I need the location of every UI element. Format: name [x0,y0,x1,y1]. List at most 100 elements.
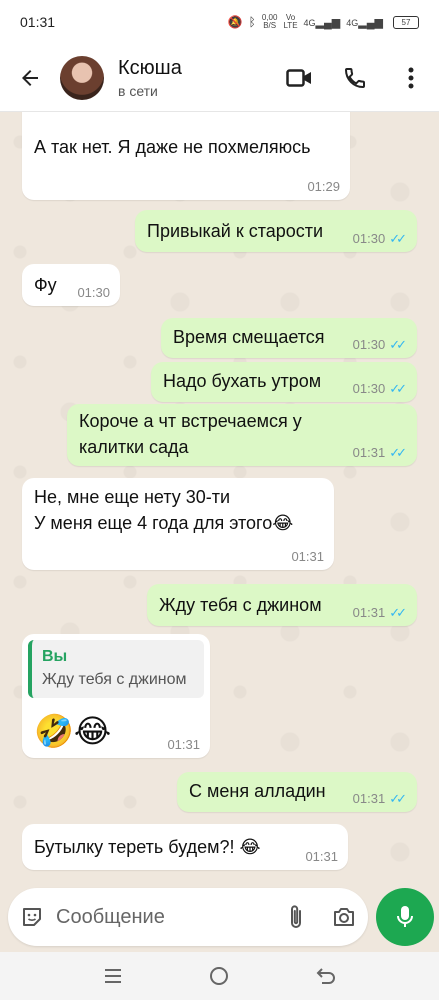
read-ticks-icon: ✓✓ [389,605,407,620]
battery-icon: 57 [393,15,419,29]
message-incoming-reply[interactable]: Вы Жду тебя с джином 🤣😂 01:31 [22,634,210,758]
message-text: Надо бухать утром [163,371,322,391]
microphone-icon [397,906,413,927]
camera-icon [334,908,354,926]
message-incoming[interactable]: Не, мне еще нету 30-ти У меня еще 4 года… [22,478,334,570]
header-actions [271,44,439,112]
recent-apps-button[interactable] [93,956,133,996]
volte-bottom: LTE [283,21,298,30]
quoted-author: Вы [42,648,68,665]
chat-header: Ксюша в сети [0,44,439,112]
sticker-icon [23,908,41,926]
contact-info[interactable]: Ксюша в сети [118,57,182,99]
voice-call-button[interactable] [327,44,383,112]
read-ticks-icon: ✓✓ [389,381,407,396]
circle-home-icon [210,967,229,985]
battery-level: 57 [401,17,411,27]
message-time: 01:29 [307,179,340,194]
message-text: А так нет. Я даже не похмеляюсь [34,137,311,157]
message-text: С меня алладин [189,781,326,801]
message-text: Бутылку тереть будем?! 😂 [34,837,261,857]
read-ticks-icon: ✓✓ [389,337,407,352]
arrow-left-icon [22,69,38,86]
message-time: 01:30 [352,381,386,396]
net-speed-unit: B/S [263,21,277,30]
message-text-line-1: Короче а чт встречаемся у [79,411,302,431]
signal-bars-icon: ▂▄▆ [358,16,383,29]
message-incoming[interactable]: Бутылку тереть будем?! 😂 01:31 [22,824,348,870]
voice-message-button[interactable] [376,888,434,946]
back-return-icon [316,968,335,984]
message-outgoing[interactable]: Время смещается 01:30 ✓✓ [161,318,417,358]
message-outgoing[interactable]: Привыкай к старости 01:30 ✓✓ [135,210,417,252]
read-ticks-icon: ✓✓ [389,231,407,246]
message-text: Привыкай к старости [147,221,324,241]
message-outgoing[interactable]: Жду тебя с джином 01:31 ✓✓ [147,584,417,626]
message-time: 01:30 [77,285,110,300]
menu-lines-icon [105,969,122,983]
attach-button[interactable] [272,904,320,930]
sticker-button[interactable] [8,905,56,929]
message-placeholder: Сообщение [56,905,165,928]
message-time: 01:30 [352,231,386,246]
message-incoming[interactable]: Фу 01:30 [22,264,120,306]
phone-icon [344,67,365,88]
message-outgoing[interactable]: Надо бухать утром 01:30 ✓✓ [151,362,417,402]
message-text: Фу [34,275,57,295]
signal-2: 4G▂▄▆ [346,16,383,29]
message-outgoing[interactable]: С меня алладин 01:31 ✓✓ [177,772,417,812]
signal-1-label: 4G [303,17,316,28]
message-meta: 01:29 [307,180,340,194]
camera-button[interactable] [320,906,368,928]
message-time: 01:31 [352,445,386,460]
message-meta: 01:31 [167,738,200,752]
message-input[interactable]: Сообщение [8,888,368,946]
message-meta: 01:31 ✓✓ [353,606,407,620]
message-incoming[interactable]: А так нет. Я даже не похмеляюсь 01:29 [22,112,350,200]
net-speed: 0,00 B/S [262,14,278,30]
volte-indicator: Vo LTE [283,14,297,30]
message-time: 01:30 [352,337,386,352]
message-time: 01:31 [352,791,386,806]
message-time: 01:31 [305,849,338,864]
paperclip-icon [291,905,301,928]
message-outgoing[interactable]: Короче а чт встречаемся у калитки сада 0… [67,404,417,466]
message-meta: 01:31 [291,550,324,564]
message-time: 01:31 [167,737,200,752]
back-button[interactable] [0,44,60,112]
back-nav-button[interactable] [306,956,346,996]
message-composer: Сообщение [0,882,439,952]
more-vertical-icon [408,67,414,88]
signal-1: 4G▂▄▆ [304,16,341,29]
status-icons: 🔕 ᛒ 0,00 B/S Vo LTE 4G▂▄▆ 4G▂▄▆ 57 [228,14,419,30]
video-call-button[interactable] [271,44,327,112]
message-meta: 01:31 [305,850,338,864]
menu-button[interactable] [383,44,439,112]
message-text: Жду тебя с джином [159,595,322,615]
message-time: 01:31 [291,549,324,564]
system-navigation-bar [0,952,439,1000]
video-camera-icon [286,68,311,87]
message-text-line-2: У меня еще 4 года для этого😂 [34,513,294,533]
message-meta: 01:31 ✓✓ [353,792,407,806]
contact-name: Ксюша [118,56,182,79]
message-meta: 01:30 ✓✓ [353,232,407,246]
read-ticks-icon: ✓✓ [389,445,407,460]
home-button[interactable] [199,956,239,996]
message-text-line-2: калитки сада [79,437,189,457]
status-bar: 01:31 🔕 ᛒ 0,00 B/S Vo LTE 4G▂▄▆ 4G▂▄▆ 57 [0,0,439,44]
message-meta: 01:31 ✓✓ [353,446,407,460]
message-meta: 01:30 ✓✓ [353,382,407,396]
read-ticks-icon: ✓✓ [389,791,407,806]
bluetooth-icon: ᛒ [248,15,256,29]
quoted-message[interactable]: Вы Жду тебя с джином [28,640,204,698]
signal-2-label: 4G [346,17,359,28]
chat-messages[interactable]: А так нет. Я даже не похмеляюсь 01:29 Пр… [0,112,439,882]
message-meta: 01:30 ✓✓ [353,338,407,352]
contact-status: в сети [118,82,158,99]
avatar[interactable] [60,55,104,100]
message-text-line-1: Не, мне еще нету 30-ти [34,487,231,507]
mute-icon: 🔕 [227,15,243,29]
message-time: 01:31 [352,605,386,620]
quoted-text: Жду тебя с джином [42,671,187,688]
